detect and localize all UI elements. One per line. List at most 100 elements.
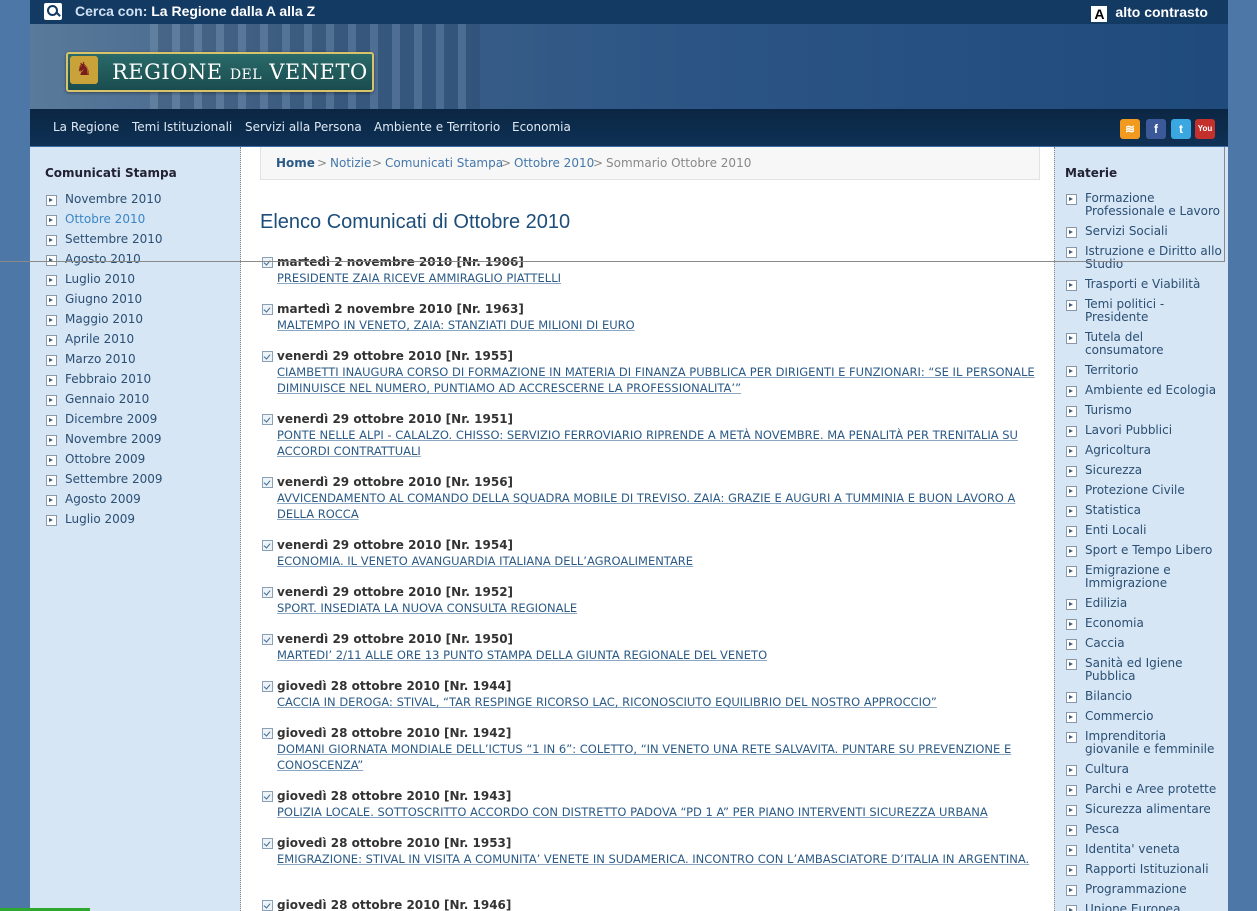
facebook-icon[interactable]: f	[1146, 119, 1166, 139]
sidebar-item-materia[interactable]: Protezione Civile	[1085, 484, 1223, 497]
search-icon[interactable]	[44, 3, 62, 20]
sidebar-item-materia[interactable]: Temi politici - Presidente	[1085, 298, 1223, 324]
breadcrumb-notizie[interactable]: Notizie	[330, 156, 371, 170]
sidebar-item-materia[interactable]: Rapporti Istituzionali	[1085, 863, 1223, 876]
sidebar-item-materia[interactable]: Tutela del consumatore	[1085, 331, 1223, 357]
sidebar-item-materia[interactable]: Bilancio	[1085, 690, 1223, 703]
entry-title-link[interactable]: DOMANI GIORNATA MONDIALE DELL’ICTUS “1 I…	[277, 741, 1047, 773]
sidebar-item-month[interactable]: Gennaio 2010	[65, 392, 149, 406]
arrow-right-icon	[1066, 406, 1077, 417]
sidebar-item-materia[interactable]: Lavori Pubblici	[1085, 424, 1223, 437]
sidebar-item-materia[interactable]: Identita' veneta	[1085, 843, 1223, 856]
sidebar-item-materia[interactable]: Statistica	[1085, 504, 1223, 517]
sidebar-item-materia[interactable]: Enti Locali	[1085, 524, 1223, 537]
arrow-right-icon	[46, 195, 57, 206]
sidebar-item-month[interactable]: Giugno 2010	[65, 292, 142, 306]
entry-title-link[interactable]: PRESIDENTE ZAIA RICEVE AMMIRAGLIO PIATTE…	[277, 270, 1047, 286]
sidebar-item-month[interactable]: Settembre 2010	[65, 232, 163, 246]
checkbox-icon	[262, 477, 273, 488]
sidebar-item-materia[interactable]: Istruzione e Diritto allo Studio	[1085, 245, 1223, 271]
sidebar-item-month[interactable]: Novembre 2010	[65, 192, 162, 206]
entry-title-link[interactable]: MARTEDI’ 2/11 ALLE ORE 13 PUNTO STAMPA D…	[277, 647, 1047, 663]
sidebar-item-materia[interactable]: Caccia	[1085, 637, 1223, 650]
sidebar-item-month[interactable]: Dicembre 2009	[65, 412, 157, 426]
sidebar-item-materia[interactable]: Sport e Tempo Libero	[1085, 544, 1223, 557]
entry-title-link[interactable]: MALTEMPO IN VENETO, ZAIA: STANZIATI DUE …	[277, 317, 1047, 333]
sidebar-item-month[interactable]: Ottobre 2010	[65, 212, 145, 226]
nav-servizi-alla-persona[interactable]: Servizi alla Persona	[245, 120, 362, 134]
sidebar-item-materia[interactable]: Ambiente ed Ecologia	[1085, 384, 1223, 397]
sidebar-item-month[interactable]: Febbraio 2010	[65, 372, 151, 386]
breadcrumb-comunicati[interactable]: Comunicati Stampa	[385, 156, 503, 170]
arrow-right-icon	[1066, 639, 1077, 650]
twitter-icon[interactable]: t	[1171, 119, 1191, 139]
breadcrumb-home[interactable]: Home	[276, 156, 315, 170]
sidebar-item-materia[interactable]: Unione Europea	[1085, 903, 1223, 911]
arrow-right-icon	[1066, 566, 1077, 577]
nav-la-regione[interactable]: La Regione	[53, 120, 119, 134]
entry-title-link[interactable]: POLIZIA LOCALE. SOTTOSCRITTO ACCORDO CON…	[277, 804, 1047, 820]
sidebar-item-materia[interactable]: Cultura	[1085, 763, 1223, 776]
sidebar-item-month[interactable]: Agosto 2010	[65, 252, 141, 266]
arrow-right-icon	[1066, 247, 1077, 258]
sidebar-item-materia[interactable]: Sicurezza alimentare	[1085, 803, 1223, 816]
arrow-right-icon	[1066, 546, 1077, 557]
sidebar-item-month[interactable]: Ottobre 2009	[65, 452, 145, 466]
arrow-right-icon	[1066, 865, 1077, 876]
sidebar-item-month[interactable]: Luglio 2010	[65, 272, 135, 286]
sidebar-item-materia[interactable]: Parchi e Aree protette	[1085, 783, 1223, 796]
high-contrast-link[interactable]: Aalto contrasto	[1091, 4, 1208, 22]
arrow-right-icon	[46, 495, 57, 506]
header-banner: ♞ REGIONE DEL VENETO	[30, 24, 1228, 109]
search-link-text[interactable]: La Regione dalla A alla Z	[151, 3, 315, 19]
sidebar-item-materia[interactable]: Programmazione	[1085, 883, 1223, 896]
sidebar-item-month[interactable]: Novembre 2009	[65, 432, 162, 446]
entry-title-link[interactable]: CACCIA IN DEROGA: STIVAL, “TAR RESPINGE …	[277, 694, 1047, 710]
arrow-right-icon	[1066, 194, 1077, 205]
arrow-right-icon	[1066, 599, 1077, 610]
sidebar-item-month[interactable]: Settembre 2009	[65, 472, 163, 486]
sidebar-item-materia[interactable]: Servizi Sociali	[1085, 225, 1223, 238]
arrow-right-icon	[1066, 366, 1077, 377]
entry-date: giovedì 28 ottobre 2010 [Nr. 1944]	[277, 679, 512, 693]
sidebar-item-materia[interactable]: Commercio	[1085, 710, 1223, 723]
nav-ambiente-territorio[interactable]: Ambiente e Territorio	[374, 120, 500, 134]
sidebar-item-materia[interactable]: Sicurezza	[1085, 464, 1223, 477]
entry-title-link[interactable]: EMIGRAZIONE: STIVAL IN VISITA A COMUNITA…	[277, 851, 1047, 867]
regione-veneto-logo[interactable]: ♞ REGIONE DEL VENETO	[66, 52, 374, 92]
page-title: Elenco Comunicati di Ottobre 2010	[260, 211, 571, 233]
youtube-icon[interactable]: You	[1195, 119, 1215, 139]
sidebar-item-materia[interactable]: Turismo	[1085, 404, 1223, 417]
search-az-link[interactable]: Cerca con: La Regione dalla A alla Z	[75, 3, 315, 19]
sidebar-item-materia[interactable]: Edilizia	[1085, 597, 1223, 610]
sidebar-item-materia[interactable]: Territorio	[1085, 364, 1223, 377]
sidebar-item-materia[interactable]: Emigrazione e Immigrazione	[1085, 564, 1223, 590]
sidebar-item-month[interactable]: Agosto 2009	[65, 492, 141, 506]
sidebar-item-month[interactable]: Maggio 2010	[65, 312, 143, 326]
nav-temi-istituzionali[interactable]: Temi Istituzionali	[132, 120, 232, 134]
breadcrumb-ottobre[interactable]: Ottobre 2010	[514, 156, 594, 170]
sidebar-item-materia[interactable]: Formazione Professionale e Lavoro	[1085, 192, 1223, 218]
sidebar-item-month[interactable]: Luglio 2009	[65, 512, 135, 526]
entry-title-link[interactable]: PONTE NELLE ALPI - CALALZO. CHISSO: SERV…	[277, 427, 1047, 459]
sidebar-item-materia[interactable]: Trasporti e Viabilità	[1085, 278, 1223, 291]
entry-title-link[interactable]: ECONOMIA. IL VENETO AVANGUARDIA ITALIANA…	[277, 553, 1047, 569]
arrow-right-icon	[1066, 905, 1077, 911]
entry-title-link[interactable]: CIAMBETTI INAUGURA CORSO DI FORMAZIONE I…	[277, 364, 1047, 396]
checkbox-icon	[262, 728, 273, 739]
rss-icon[interactable]: ≋	[1120, 119, 1140, 139]
sidebar-item-materia[interactable]: Agricoltura	[1085, 444, 1223, 457]
arrow-right-icon	[1066, 506, 1077, 517]
nav-economia[interactable]: Economia	[512, 120, 571, 134]
sidebar-item-materia[interactable]: Sanità ed Igiene Pubblica	[1085, 657, 1223, 683]
sidebar-item-month[interactable]: Aprile 2010	[65, 332, 134, 346]
arrow-right-icon	[1066, 712, 1077, 723]
entry-date: giovedì 28 ottobre 2010 [Nr. 1946]	[277, 898, 512, 911]
entry-title-link[interactable]: SPORT. INSEDIATA LA NUOVA CONSULTA REGIO…	[277, 600, 1047, 616]
sidebar-item-materia[interactable]: Economia	[1085, 617, 1223, 630]
entry-title-link[interactable]: AVVICENDAMENTO AL COMANDO DELLA SQUADRA …	[277, 490, 1047, 522]
sidebar-item-materia[interactable]: Pesca	[1085, 823, 1223, 836]
sidebar-item-materia[interactable]: Imprenditoria giovanile e femminile	[1085, 730, 1223, 756]
sidebar-item-month[interactable]: Marzo 2010	[65, 352, 136, 366]
entry-date: venerdì 29 ottobre 2010 [Nr. 1955]	[277, 349, 514, 363]
